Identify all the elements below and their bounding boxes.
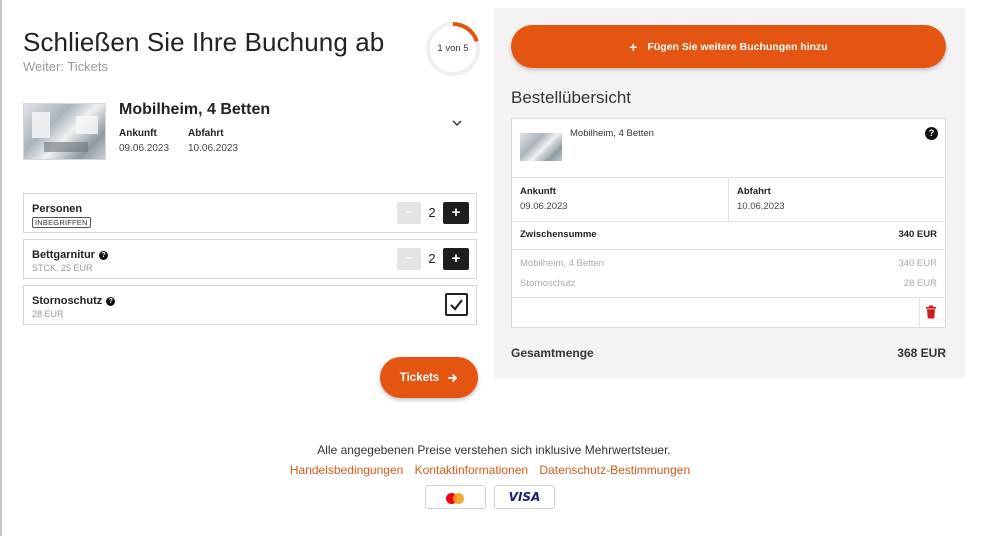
total-label: Gesamtmenge (511, 346, 594, 360)
summary-arrival-label: Ankunft (520, 186, 556, 197)
summary-title: Bestellübersicht (511, 88, 632, 107)
divider (728, 177, 729, 221)
subtotal-label: Zwischensumme (520, 229, 597, 240)
help-icon[interactable]: ? (106, 297, 116, 306)
help-icon[interactable]: ? (925, 127, 938, 140)
chevron-down-icon[interactable] (450, 115, 464, 126)
divider (512, 221, 945, 222)
help-icon[interactable]: ? (98, 251, 108, 260)
terms-link[interactable]: Handelsbedingungen (290, 463, 403, 477)
add-booking-label: Fügen Sie weitere Buchungen hinzu (647, 40, 828, 53)
line-item-label: Mobilheim, 4 Betten (520, 258, 604, 269)
vat-note: Alle angegebenen Preise verstehen sich i… (317, 443, 671, 457)
option-cancellation-label-row: Stornoschutz? (32, 295, 116, 307)
product-title: Mobilheim, 4 Betten (119, 101, 271, 118)
divider (919, 297, 920, 328)
departure-date: 10.06.2023 (188, 143, 239, 154)
visa-icon: VISA (494, 485, 555, 509)
divider (512, 249, 945, 250)
line-item-label: Stornoschutz (520, 278, 576, 289)
option-bed-linen-label: Bettgarnitur (32, 249, 95, 261)
option-bed-linen: Bettgarnitur? STCK. 25 EUR − 2 + (23, 239, 477, 279)
option-persons: Personen INBEGRIFFEN − 2 + (23, 193, 477, 233)
arrival-date: 09.06.2023 (119, 143, 170, 154)
departure-label: Abfahrt (188, 128, 224, 139)
summary-card: Mobilheim, 4 Betten ? Ankunft 09.06.2023… (511, 118, 946, 328)
cancellation-checkbox[interactable] (445, 293, 468, 316)
summary-departure-date: 10.06.2023 (737, 201, 785, 212)
total-value: 368 EUR (897, 346, 946, 360)
trash-icon[interactable] (925, 305, 937, 319)
tickets-button[interactable]: Tickets (380, 357, 478, 398)
subtotal-value: 340 EUR (898, 229, 937, 240)
contact-link[interactable]: Kontaktinformationen (415, 463, 528, 477)
visa-label: VISA (508, 490, 541, 504)
step-progress-ring: 1 von 5 (425, 21, 481, 77)
cancellation-price: 28 EUR (32, 309, 64, 319)
plus-icon: + (629, 38, 638, 55)
arrow-right-icon (448, 373, 458, 382)
persons-increment-button[interactable]: + (443, 202, 469, 224)
order-summary-panel: + Fügen Sie weitere Buchungen hinzu Best… (494, 8, 965, 378)
arrival-label: Ankunft (119, 128, 157, 139)
add-booking-button[interactable]: + Fügen Sie weitere Buchungen hinzu (511, 25, 946, 68)
footer-links: Handelsbedingungen Kontaktinformationen … (0, 463, 980, 477)
option-persons-label: Personen (32, 203, 83, 215)
progress-label: 1 von 5 (437, 43, 469, 54)
option-cancellation-label: Stornoschutz (32, 295, 103, 307)
page-title: Schließen Sie Ihre Buchung ab (23, 27, 385, 57)
next-step-hint: Weiter: Tickets (23, 59, 109, 74)
bed-linen-price: STCK. 25 EUR (32, 263, 93, 273)
product-image (23, 103, 106, 160)
tickets-button-label: Tickets (399, 371, 440, 384)
summary-item-thumbnail (520, 133, 562, 161)
checkmark-icon (450, 299, 463, 311)
bed-linen-increment-button[interactable]: + (443, 248, 469, 270)
option-cancellation-protection: Stornoschutz? 28 EUR (23, 285, 477, 325)
divider (512, 297, 945, 298)
bed-linen-decrement-button[interactable]: − (397, 248, 421, 270)
option-bed-linen-label-row: Bettgarnitur? (32, 249, 108, 261)
mastercard-icon (425, 485, 486, 509)
summary-item-title: Mobilheim, 4 Betten (570, 128, 654, 139)
bed-linen-quantity: 2 (428, 251, 436, 266)
line-item-value: 28 EUR (903, 278, 937, 289)
persons-decrement-button[interactable]: − (397, 202, 421, 224)
privacy-link[interactable]: Datenschutz-Bestimmungen (539, 463, 690, 477)
summary-departure-label: Abfahrt (737, 186, 771, 197)
included-badge: INBEGRIFFEN (32, 217, 91, 228)
persons-quantity: 2 (428, 205, 436, 220)
summary-arrival-date: 09.06.2023 (520, 201, 568, 212)
line-item-value: 340 EUR (898, 258, 937, 269)
